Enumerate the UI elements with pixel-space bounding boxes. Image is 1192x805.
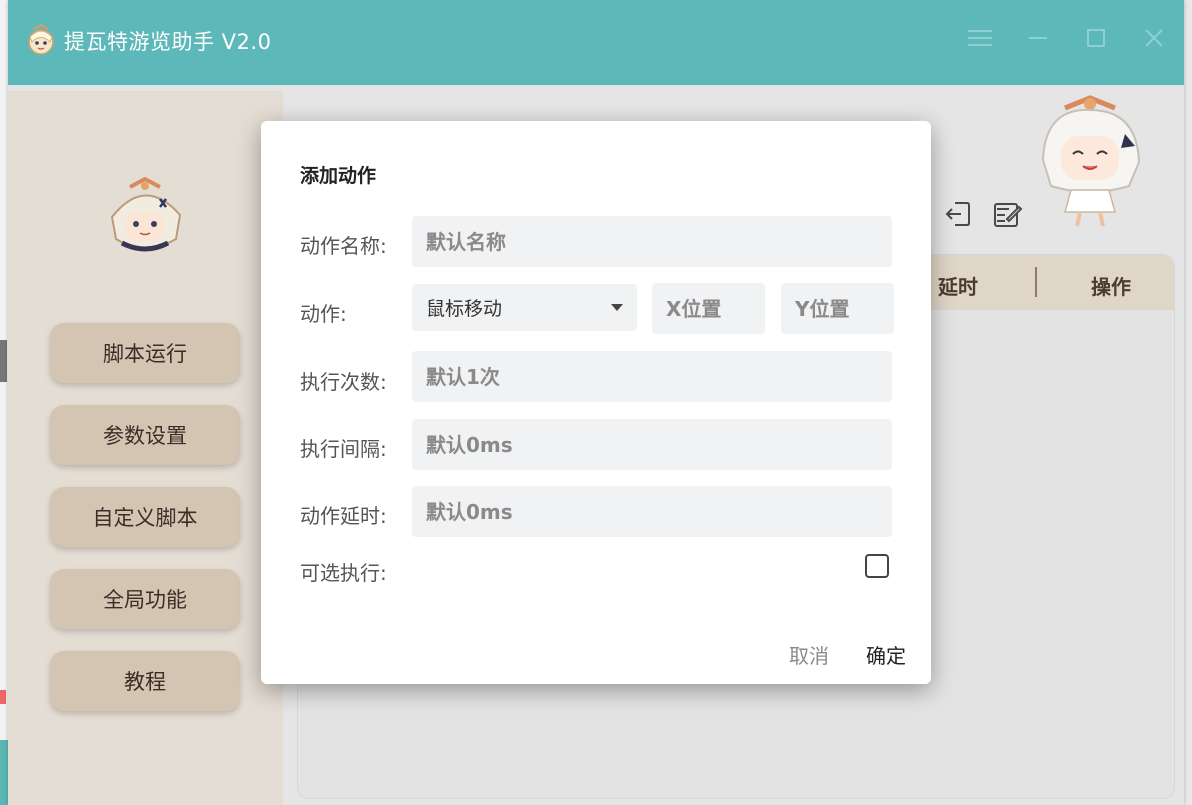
action-delay-input[interactable] bbox=[412, 486, 892, 537]
execution-interval-label: 执行间隔: bbox=[300, 437, 387, 461]
modal-overlay: 添加动作 动作名称: 动作: 鼠标移动 执行次数: 执行间隔: 动作延时: 可选… bbox=[0, 0, 1192, 805]
action-type-select[interactable]: 鼠标移动 bbox=[412, 284, 637, 331]
execution-count-label: 执行次数: bbox=[300, 370, 387, 394]
optional-execution-label: 可选执行: bbox=[300, 561, 387, 585]
dialog-title: 添加动作 bbox=[300, 165, 377, 187]
execution-count-input[interactable] bbox=[412, 351, 892, 402]
x-position-input[interactable] bbox=[652, 283, 765, 334]
chevron-down-icon bbox=[611, 304, 623, 311]
action-type-label: 动作: bbox=[300, 302, 347, 326]
optional-execution-checkbox[interactable] bbox=[865, 554, 889, 578]
confirm-button[interactable]: 确定 bbox=[866, 640, 906, 669]
action-delay-label: 动作延时: bbox=[300, 504, 387, 528]
action-type-selected: 鼠标移动 bbox=[426, 298, 503, 320]
execution-interval-input[interactable] bbox=[412, 419, 892, 470]
y-position-input[interactable] bbox=[781, 283, 894, 334]
action-name-label: 动作名称: bbox=[300, 234, 387, 258]
add-action-dialog: 添加动作 动作名称: 动作: 鼠标移动 执行次数: 执行间隔: 动作延时: 可选… bbox=[261, 121, 931, 684]
cancel-button[interactable]: 取消 bbox=[789, 640, 829, 669]
action-name-input[interactable] bbox=[412, 216, 892, 267]
